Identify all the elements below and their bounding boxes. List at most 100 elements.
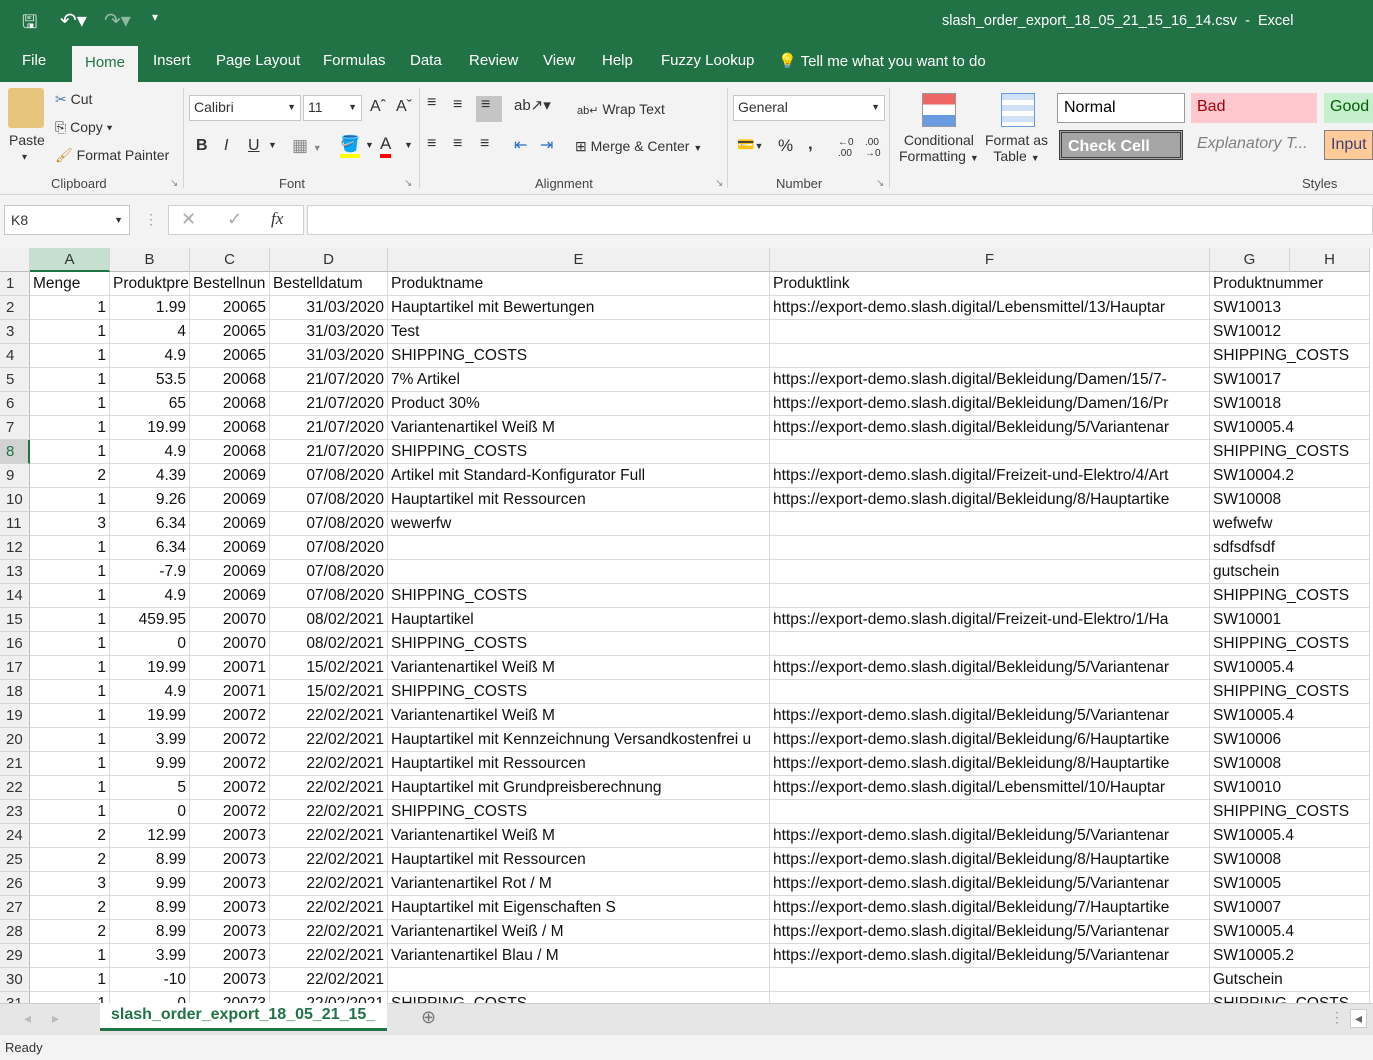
cell-d7[interactable]: 21/07/2020 (270, 416, 388, 440)
cell-d27[interactable]: 22/02/2021 (270, 896, 388, 920)
row-header[interactable]: 22 (0, 776, 30, 800)
cell-e2[interactable]: Hauptartikel mit Bewertungen (388, 296, 770, 320)
comma-button[interactable]: , (808, 134, 813, 154)
cell-h20[interactable] (1290, 728, 1370, 752)
column-header-e[interactable]: E (388, 248, 770, 272)
cell-f11[interactable] (770, 512, 1210, 536)
format-painter-button[interactable]: 🖌 Format Painter (55, 147, 169, 164)
cell-f31[interactable] (770, 992, 1210, 1003)
cell-e16[interactable]: SHIPPING_COSTS (388, 632, 770, 656)
cell-g18[interactable]: SHIPPING_COSTS (1210, 680, 1349, 704)
row-header[interactable]: 30 (0, 968, 30, 992)
tab-formulas[interactable]: Formulas (323, 52, 386, 69)
tab-fuzzy-lookup[interactable]: Fuzzy Lookup (661, 52, 754, 69)
column-header-c[interactable]: C (190, 248, 270, 272)
align-left-icon[interactable]: ≡ (427, 135, 436, 153)
row-header[interactable]: 29 (0, 944, 30, 968)
cell-d14[interactable]: 07/08/2020 (270, 584, 388, 608)
cell-g5[interactable]: SW10017 (1210, 368, 1290, 392)
cell-h13[interactable] (1290, 560, 1370, 584)
cell-e22[interactable]: Hauptartikel mit Grundpreisberechnung (388, 776, 770, 800)
chevron-down-icon[interactable]: ▼ (404, 140, 413, 150)
number-format-select[interactable]: General ▼ (733, 95, 885, 121)
cell-c9[interactable]: 20069 (190, 464, 270, 488)
hscroll-left-icon[interactable]: ◂ (1350, 1009, 1368, 1028)
alignment-launcher-icon[interactable]: ↘ (715, 178, 723, 189)
cell-b19[interactable]: 19.99 (110, 704, 190, 728)
tab-file[interactable]: File (22, 52, 46, 69)
cell-f12[interactable] (770, 536, 1210, 560)
cell-g7[interactable]: SW10005.4 (1210, 416, 1294, 440)
cell-c21[interactable]: 20072 (190, 752, 270, 776)
cell-a12[interactable]: 1 (30, 536, 110, 560)
cell-g12[interactable]: sdfsdfsdf (1210, 536, 1290, 560)
cell-d13[interactable]: 07/08/2020 (270, 560, 388, 584)
redo-icon[interactable]: ↷▾ (104, 8, 131, 33)
cell-c15[interactable]: 20070 (190, 608, 270, 632)
cell-g8[interactable]: SHIPPING_COSTS (1210, 440, 1349, 464)
decrease-font-icon[interactable]: Aˇ (396, 98, 412, 116)
insert-function-button[interactable]: fx (271, 209, 283, 229)
number-launcher-icon[interactable]: ↘ (876, 178, 884, 189)
cell-c1[interactable]: Bestellnun (190, 272, 270, 296)
cell-d5[interactable]: 21/07/2020 (270, 368, 388, 392)
cell-d16[interactable]: 08/02/2021 (270, 632, 388, 656)
cell-a26[interactable]: 3 (30, 872, 110, 896)
cell-d8[interactable]: 21/07/2020 (270, 440, 388, 464)
conditional-formatting-button[interactable]: Conditional Formatting ▼ (899, 132, 979, 164)
cell-b8[interactable]: 4.9 (110, 440, 190, 464)
increase-decimal-icon[interactable]: ←0.00 (838, 137, 854, 159)
cell-g21[interactable]: SW10008 (1210, 752, 1290, 776)
select-all-button[interactable] (0, 248, 30, 272)
cell-d1[interactable]: Bestelldatum (270, 272, 388, 296)
add-sheet-icon[interactable]: ⊕ (421, 1007, 436, 1028)
cell-f15[interactable]: https://export-demo.slash.digital/Freize… (770, 608, 1210, 632)
cell-c6[interactable]: 20068 (190, 392, 270, 416)
cell-e28[interactable]: Variantenartikel Weiß / M (388, 920, 770, 944)
cell-d24[interactable]: 22/02/2021 (270, 824, 388, 848)
cell-g19[interactable]: SW10005.4 (1210, 704, 1294, 728)
cell-c13[interactable]: 20069 (190, 560, 270, 584)
cell-e17[interactable]: Variantenartikel Weiß M (388, 656, 770, 680)
cell-g27[interactable]: SW10007 (1210, 896, 1290, 920)
cell-b7[interactable]: 19.99 (110, 416, 190, 440)
cell-a22[interactable]: 1 (30, 776, 110, 800)
cell-c4[interactable]: 20065 (190, 344, 270, 368)
cell-g16[interactable]: SHIPPING_COSTS (1210, 632, 1349, 656)
cell-g9[interactable]: SW10004.2 (1210, 464, 1294, 488)
cell-e12[interactable] (388, 536, 770, 560)
cell-f30[interactable] (770, 968, 1210, 992)
cell-h30[interactable] (1290, 968, 1370, 992)
cell-g31[interactable]: SHIPPING_COSTS (1210, 992, 1349, 1003)
enter-icon[interactable]: ✓ (227, 209, 242, 230)
cell-f7[interactable]: https://export-demo.slash.digital/Beklei… (770, 416, 1210, 440)
cell-e6[interactable]: Product 30% (388, 392, 770, 416)
cell-a17[interactable]: 1 (30, 656, 110, 680)
row-header[interactable]: 26 (0, 872, 30, 896)
cell-f9[interactable]: https://export-demo.slash.digital/Freize… (770, 464, 1210, 488)
cell-d25[interactable]: 22/02/2021 (270, 848, 388, 872)
percent-button[interactable]: % (778, 136, 793, 156)
orientation-icon[interactable]: ab↗▾ (514, 96, 551, 114)
cell-a14[interactable]: 1 (30, 584, 110, 608)
row-header[interactable]: 3 (0, 320, 30, 344)
cell-b3[interactable]: 4 (110, 320, 190, 344)
cell-c17[interactable]: 20071 (190, 656, 270, 680)
cell-b9[interactable]: 4.39 (110, 464, 190, 488)
font-name-select[interactable]: Calibri ▼ (189, 95, 301, 121)
cell-a27[interactable]: 2 (30, 896, 110, 920)
cell-b27[interactable]: 8.99 (110, 896, 190, 920)
cell-f24[interactable]: https://export-demo.slash.digital/Beklei… (770, 824, 1210, 848)
tab-insert[interactable]: Insert (153, 52, 191, 69)
borders-icon[interactable]: ▦ ▼ (292, 136, 322, 156)
row-header[interactable]: 6 (0, 392, 30, 416)
cell-b24[interactable]: 12.99 (110, 824, 190, 848)
cell-a28[interactable]: 2 (30, 920, 110, 944)
cell-f10[interactable]: https://export-demo.slash.digital/Beklei… (770, 488, 1210, 512)
cell-f3[interactable] (770, 320, 1210, 344)
row-header[interactable]: 24 (0, 824, 30, 848)
cell-c14[interactable]: 20069 (190, 584, 270, 608)
cell-g20[interactable]: SW10006 (1210, 728, 1290, 752)
bold-button[interactable]: B (196, 137, 208, 155)
copy-button[interactable]: ⎘ Copy ▾ (55, 119, 113, 136)
